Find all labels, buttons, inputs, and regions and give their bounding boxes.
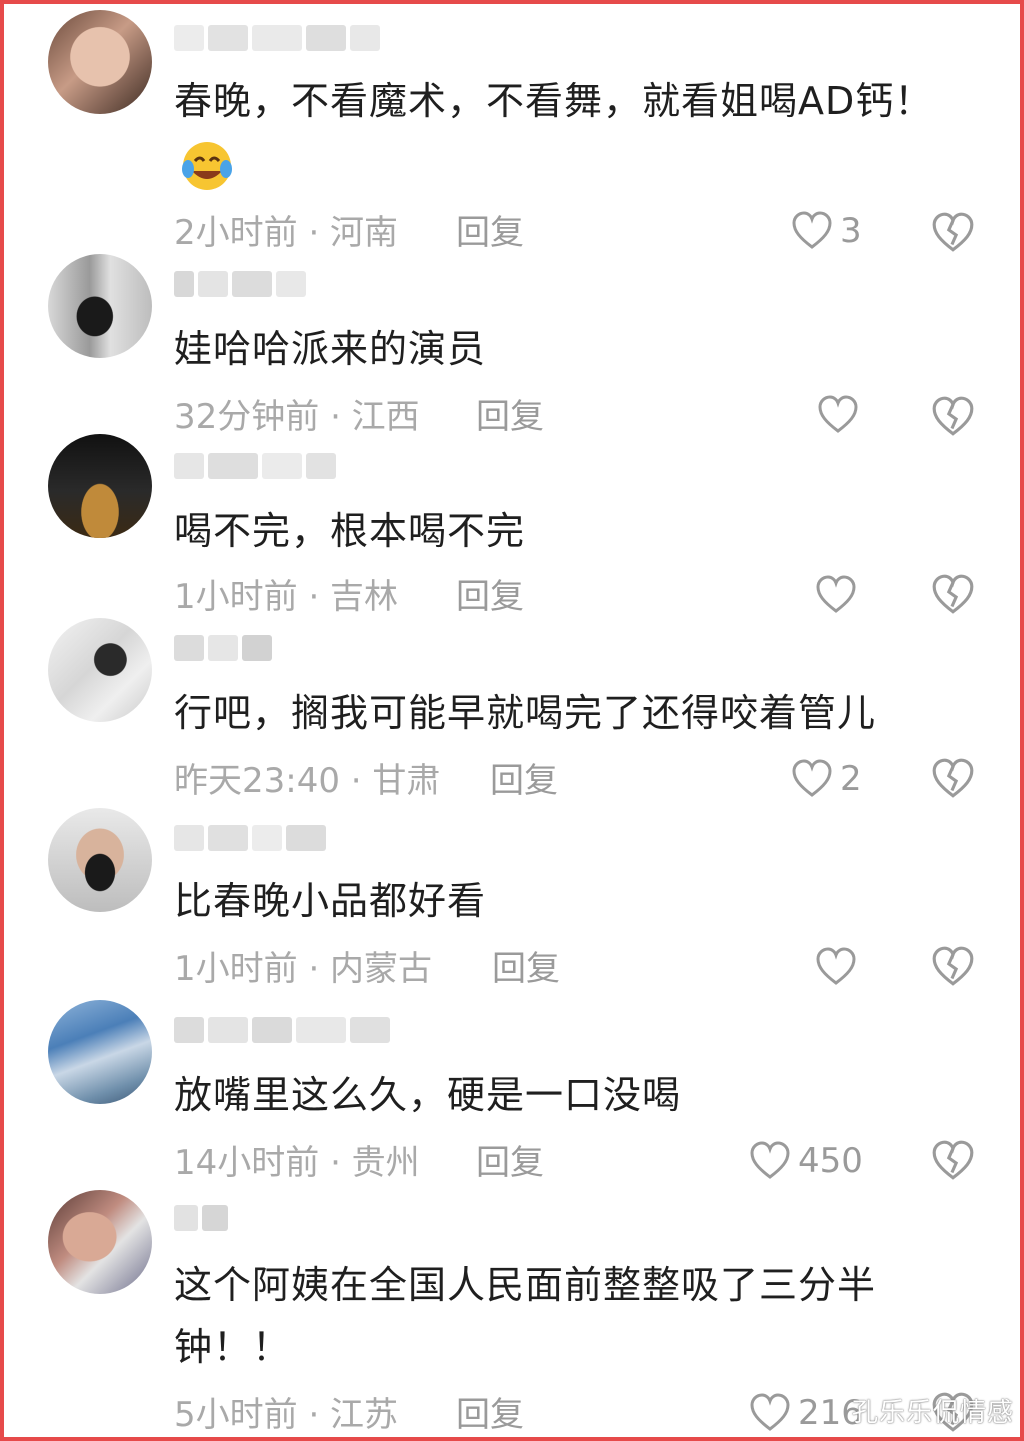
heart-outline-icon xyxy=(816,575,856,613)
comment-text: 比春晚小品都好看 xyxy=(174,879,487,923)
like-button[interactable] xyxy=(816,390,866,440)
comment-text: 春晚，不看魔术，不看舞，就看姐喝AD钙！ xyxy=(174,70,950,194)
like-count: 450 xyxy=(798,1141,863,1181)
user-avatar[interactable] xyxy=(48,10,152,114)
user-avatar[interactable] xyxy=(48,1000,152,1104)
dislike-button[interactable] xyxy=(930,944,976,990)
broken-heart-icon xyxy=(932,212,974,252)
broken-heart-icon xyxy=(932,574,974,614)
reply-button[interactable]: 回复 xyxy=(492,944,560,994)
username-blurred[interactable] xyxy=(174,1202,228,1234)
dislike-button[interactable] xyxy=(930,572,976,618)
heart-outline-icon xyxy=(750,1141,790,1179)
like-button[interactable]: 450 xyxy=(748,1136,863,1186)
dislike-button[interactable] xyxy=(930,210,976,256)
watermark: 孔乐乐侃情感 xyxy=(851,1398,1014,1428)
broken-heart-icon xyxy=(932,1140,974,1180)
comment-list: 春晚，不看魔术，不看舞，就看姐喝AD钙！ 2小时前 · 河南 回复 3 娃哈哈派… xyxy=(0,0,1024,1441)
user-avatar[interactable] xyxy=(48,254,152,358)
heart-outline-icon xyxy=(816,947,856,985)
username-blurred[interactable] xyxy=(174,1014,390,1046)
like-count: 2 xyxy=(840,759,862,799)
broken-heart-icon xyxy=(932,396,974,436)
like-button[interactable] xyxy=(814,570,864,620)
like-button[interactable]: 2 xyxy=(790,754,862,804)
comment-meta: 32分钟前 · 江西 xyxy=(174,397,420,437)
dislike-button[interactable] xyxy=(930,756,976,802)
user-avatar[interactable] xyxy=(48,618,152,722)
username-blurred[interactable] xyxy=(174,822,326,854)
comment-text: 喝不完，根本喝不完 xyxy=(174,509,526,553)
username-blurred[interactable] xyxy=(174,22,380,54)
reply-button[interactable]: 回复 xyxy=(456,208,524,258)
reply-button[interactable]: 回复 xyxy=(476,1138,544,1188)
comment-meta: 2小时前 · 河南 xyxy=(174,213,399,253)
dislike-button[interactable] xyxy=(930,394,976,440)
comment-meta: 14小时前 · 贵州 xyxy=(174,1143,420,1183)
comment-meta: 5小时前 · 江苏 xyxy=(174,1395,399,1435)
like-button[interactable]: 3 xyxy=(790,206,862,256)
comment-meta: 1小时前 · 内蒙古 xyxy=(174,949,433,989)
like-button[interactable] xyxy=(814,942,864,992)
user-avatar[interactable] xyxy=(48,434,152,538)
comment-text: 行吧，搁我可能早就喝完了还得咬着管儿 xyxy=(174,691,877,735)
reply-button[interactable]: 回复 xyxy=(456,1390,524,1437)
username-blurred[interactable] xyxy=(174,632,272,664)
comment-text: 这个阿姨在全国人民面前整整吸了三分半钟！！ xyxy=(174,1263,877,1369)
like-count: 3 xyxy=(840,211,862,251)
comment-text: 娃哈哈派来的演员 xyxy=(174,327,487,371)
reply-button[interactable]: 回复 xyxy=(490,756,558,806)
heart-outline-icon xyxy=(792,759,832,797)
user-avatar[interactable] xyxy=(48,1190,152,1294)
heart-outline-icon xyxy=(792,211,832,249)
broken-heart-icon xyxy=(932,758,974,798)
heart-outline-icon xyxy=(750,1393,790,1431)
comment-meta: 昨天23:40 · 甘肃 xyxy=(174,761,441,801)
broken-heart-icon xyxy=(932,946,974,986)
comment-meta: 1小时前 · 吉林 xyxy=(174,577,399,617)
reply-button[interactable]: 回复 xyxy=(456,572,524,622)
user-avatar[interactable] xyxy=(48,808,152,912)
username-blurred[interactable] xyxy=(174,268,306,300)
username-blurred[interactable] xyxy=(174,450,336,482)
like-button[interactable]: 216 xyxy=(748,1388,863,1437)
reply-button[interactable]: 回复 xyxy=(476,392,544,442)
heart-outline-icon xyxy=(818,395,858,433)
laughing-crying-emoji xyxy=(182,141,232,190)
dislike-button[interactable] xyxy=(930,1138,976,1184)
comment-text: 放嘴里这么久，硬是一口没喝 xyxy=(174,1073,682,1117)
